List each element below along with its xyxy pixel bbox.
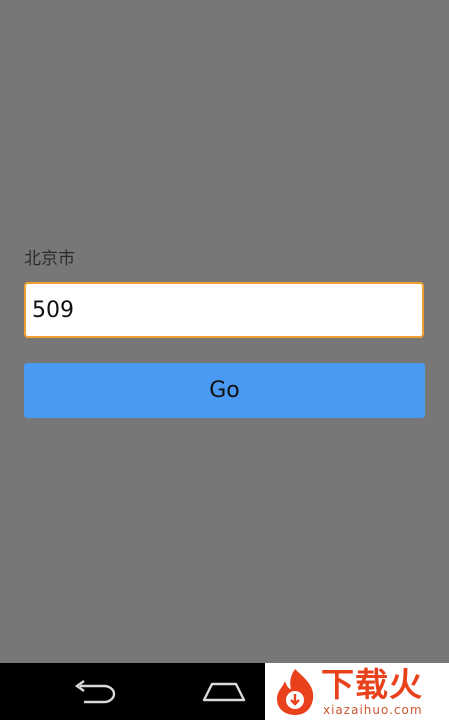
watermark-domain: xiazaihuo.com (323, 703, 423, 717)
watermark: 下载火 xiazaihuo.com (265, 663, 449, 720)
number-input-value: 509 (32, 297, 74, 323)
number-input[interactable]: 509 (24, 282, 424, 338)
home-icon[interactable] (200, 680, 248, 704)
go-button[interactable]: Go (24, 363, 425, 418)
app-screen: 北京市 509 Go (0, 0, 449, 663)
fire-logo-icon (277, 669, 314, 715)
city-label: 北京市 (24, 249, 75, 269)
back-arrow-icon[interactable] (70, 679, 116, 705)
watermark-title: 下载火 (321, 665, 423, 704)
